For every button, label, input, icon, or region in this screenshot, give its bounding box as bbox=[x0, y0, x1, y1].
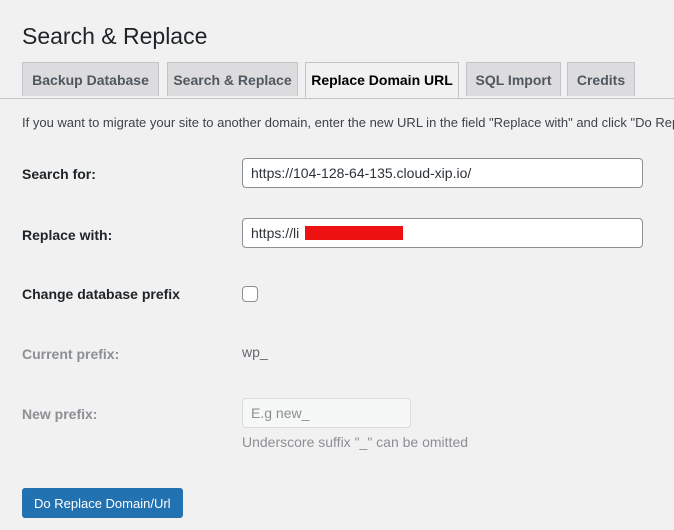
page-title: Search & Replace bbox=[22, 23, 208, 49]
new-prefix-hint: Underscore suffix "_" can be omitted bbox=[242, 434, 469, 450]
current-prefix-label: Current prefix: bbox=[22, 346, 120, 362]
replace-with-input[interactable] bbox=[242, 218, 643, 248]
replace-with-label: Replace with: bbox=[22, 227, 113, 243]
replace-with-field bbox=[242, 218, 643, 248]
intro-text: If you want to migrate your site to anot… bbox=[22, 115, 674, 130]
search-for-label: Search for: bbox=[22, 166, 96, 182]
tab-backup-database[interactable]: Backup Database bbox=[22, 62, 159, 96]
tab-credits[interactable]: Credits bbox=[567, 62, 635, 96]
tab-search-replace[interactable]: Search & Replace bbox=[167, 62, 298, 96]
redaction-mark bbox=[305, 226, 403, 240]
new-prefix-label: New prefix: bbox=[22, 406, 98, 422]
do-replace-domain-button[interactable]: Do Replace Domain/Url bbox=[22, 488, 183, 518]
current-prefix-value: wp_ bbox=[242, 344, 268, 360]
change-prefix-checkbox[interactable] bbox=[242, 286, 258, 302]
search-for-input[interactable] bbox=[242, 158, 643, 188]
tab-sql-import[interactable]: SQL Import bbox=[466, 62, 561, 96]
tab-replace-domain-url[interactable]: Replace Domain URL bbox=[305, 62, 459, 98]
tab-bar: Backup Database Search & Replace Replace… bbox=[0, 62, 674, 99]
new-prefix-input[interactable] bbox=[242, 398, 411, 428]
change-prefix-label: Change database prefix bbox=[22, 286, 180, 302]
